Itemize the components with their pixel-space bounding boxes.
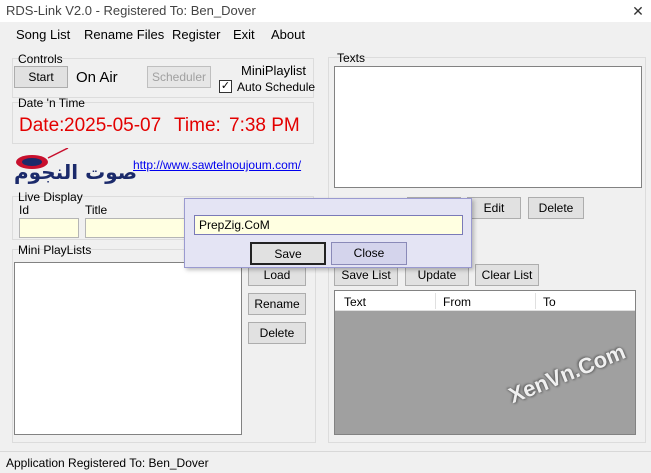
texts-title: Texts bbox=[337, 51, 366, 65]
auto-schedule-label: Auto Schedule bbox=[237, 80, 316, 94]
title-field[interactable] bbox=[85, 218, 185, 238]
id-label: Id bbox=[19, 203, 30, 217]
auto-schedule-checkbox[interactable]: ✓ bbox=[219, 80, 232, 93]
date-value: 2025-05-07 bbox=[64, 115, 162, 136]
dialog-save-button[interactable]: Save bbox=[250, 242, 326, 265]
sawtelnoujoum-logo: صوت النجوم bbox=[8, 147, 137, 190]
live-display-title: Live Display bbox=[18, 190, 83, 204]
column-divider bbox=[535, 293, 536, 309]
id-field[interactable] bbox=[19, 218, 79, 238]
time-label: Time: bbox=[174, 115, 221, 136]
menu-bar: Song List Rename Files Register Exit Abo… bbox=[0, 24, 651, 46]
column-divider bbox=[435, 293, 436, 309]
dialog-input[interactable]: PrepZig.CoM bbox=[194, 215, 463, 235]
scheduler-button[interactable]: Scheduler bbox=[147, 66, 211, 88]
status-bar: Application Registered To: Ben_Dover bbox=[0, 451, 651, 473]
input-dialog: PrepZig.CoM Save Close bbox=[184, 198, 472, 268]
on-air-label: On Air bbox=[76, 69, 118, 86]
rename-button[interactable]: Rename bbox=[248, 293, 306, 315]
title-bar: RDS-Link V2.0 - Registered To: Ben_Dover… bbox=[0, 0, 651, 22]
menu-rename-files[interactable]: Rename Files bbox=[84, 27, 164, 42]
texts-textarea[interactable] bbox=[334, 66, 642, 188]
delete-playlist-button[interactable]: Delete bbox=[248, 322, 306, 344]
delete-text-button[interactable]: Delete bbox=[528, 197, 584, 219]
window-title: RDS-Link V2.0 - Registered To: Ben_Dover bbox=[6, 3, 256, 18]
date-label: Date: bbox=[19, 115, 65, 136]
datetime-title: Date 'n Time bbox=[18, 96, 85, 110]
title-label: Title bbox=[85, 203, 108, 217]
clear-list-button[interactable]: Clear List bbox=[475, 264, 539, 286]
menu-exit[interactable]: Exit bbox=[233, 27, 255, 42]
controls-title: Controls bbox=[18, 52, 63, 66]
table-header: Text From To bbox=[335, 291, 635, 311]
status-text: Application Registered To: Ben_Dover bbox=[6, 456, 209, 470]
column-header-text[interactable]: Text bbox=[344, 295, 366, 309]
logo-text: صوت النجوم bbox=[14, 160, 138, 184]
mini-playlists-title: Mini PlayLists bbox=[18, 243, 92, 257]
menu-song-list[interactable]: Song List bbox=[16, 27, 70, 42]
time-value: 7:38 PM bbox=[229, 115, 300, 136]
column-header-to[interactable]: To bbox=[543, 295, 556, 309]
dialog-close-button[interactable]: Close bbox=[331, 242, 407, 265]
menu-register[interactable]: Register bbox=[172, 27, 220, 42]
column-header-from[interactable]: From bbox=[443, 295, 471, 309]
close-icon[interactable]: ✕ bbox=[629, 2, 647, 20]
edit-button[interactable]: Edit bbox=[467, 197, 521, 219]
miniplaylist-label: MiniPlaylist bbox=[241, 63, 307, 78]
website-link[interactable]: http://www.sawtelnoujoum.com/ bbox=[133, 158, 301, 172]
menu-about[interactable]: About bbox=[271, 27, 305, 42]
mini-playlists-list[interactable] bbox=[14, 262, 242, 435]
start-button[interactable]: Start bbox=[14, 66, 68, 88]
